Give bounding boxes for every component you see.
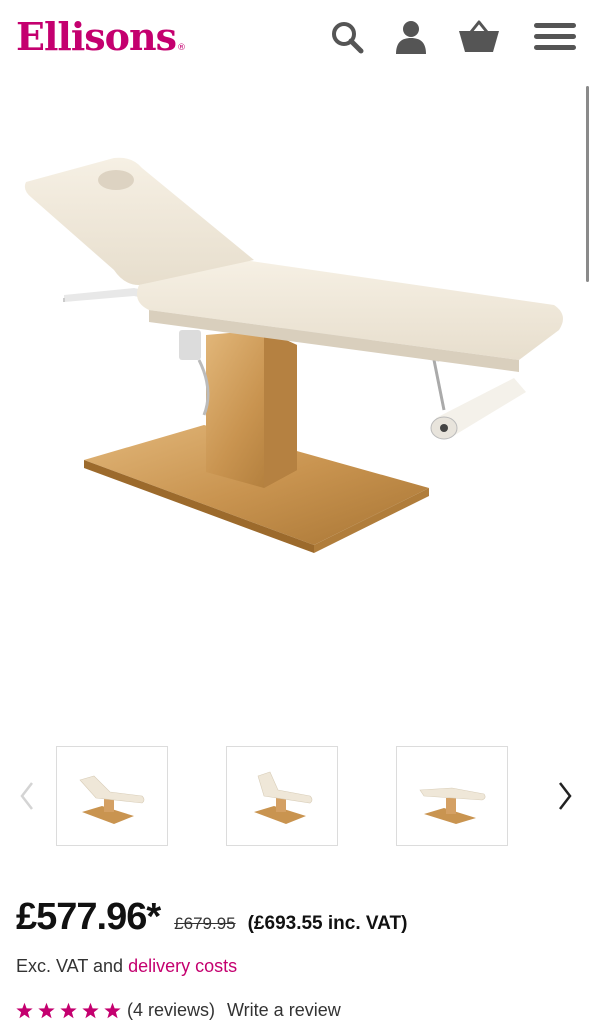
page-scrollbar[interactable] [586,86,589,282]
massage-couch-illustration [24,157,563,553]
basket-button[interactable] [456,14,502,60]
star-icon [82,1002,99,1018]
thumbnail-image-2 [254,771,313,824]
price-inc-vat: (£693.55 inc. VAT) [247,913,408,934]
registered-mark: ® [177,43,186,53]
ellisons-logo[interactable]: Ellisons® [16,14,186,59]
thumbnail-image-1 [79,775,145,824]
vat-note-text: Exc. VAT and [16,956,124,976]
chevron-left-icon [20,782,33,810]
menu-button[interactable] [532,14,578,60]
carousel-prev-button[interactable] [12,776,42,816]
review-row: (4 reviews) Write a review [16,998,341,1022]
write-review-link[interactable]: Write a review [227,1000,341,1021]
price-row: £577.96* £679.95 (£693.55 inc. VAT) [16,896,407,942]
reviews-count-link[interactable]: (4 reviews) [127,1000,215,1021]
carousel-next-button[interactable] [550,776,580,816]
star-icon [104,1002,121,1018]
thumbnail-2[interactable] [226,746,338,846]
account-icon [396,21,426,54]
account-button[interactable] [388,14,434,60]
chevron-right-icon [559,782,572,810]
thumbnail-carousel [0,740,593,850]
thumbnail-1[interactable] [56,746,168,846]
thumbnail-image-3 [419,787,486,824]
vat-note: Exc. VAT and delivery costs [16,956,237,977]
star-icon [60,1002,77,1018]
basket-icon [459,20,499,52]
star-icon [16,1002,33,1018]
delivery-costs-link[interactable]: delivery costs [128,956,237,976]
current-price: £577.96* [16,896,161,938]
thumbnail-3[interactable] [396,746,508,846]
star-rating[interactable] [16,1002,121,1019]
logo-text: Ellisons [16,14,177,59]
old-price: £679.95 [174,914,236,933]
menu-icon [534,23,576,50]
search-button[interactable] [324,14,370,60]
star-icon [38,1002,55,1018]
main-product-image[interactable] [14,120,579,580]
search-icon [332,22,364,54]
site-header: Ellisons® [0,0,593,80]
